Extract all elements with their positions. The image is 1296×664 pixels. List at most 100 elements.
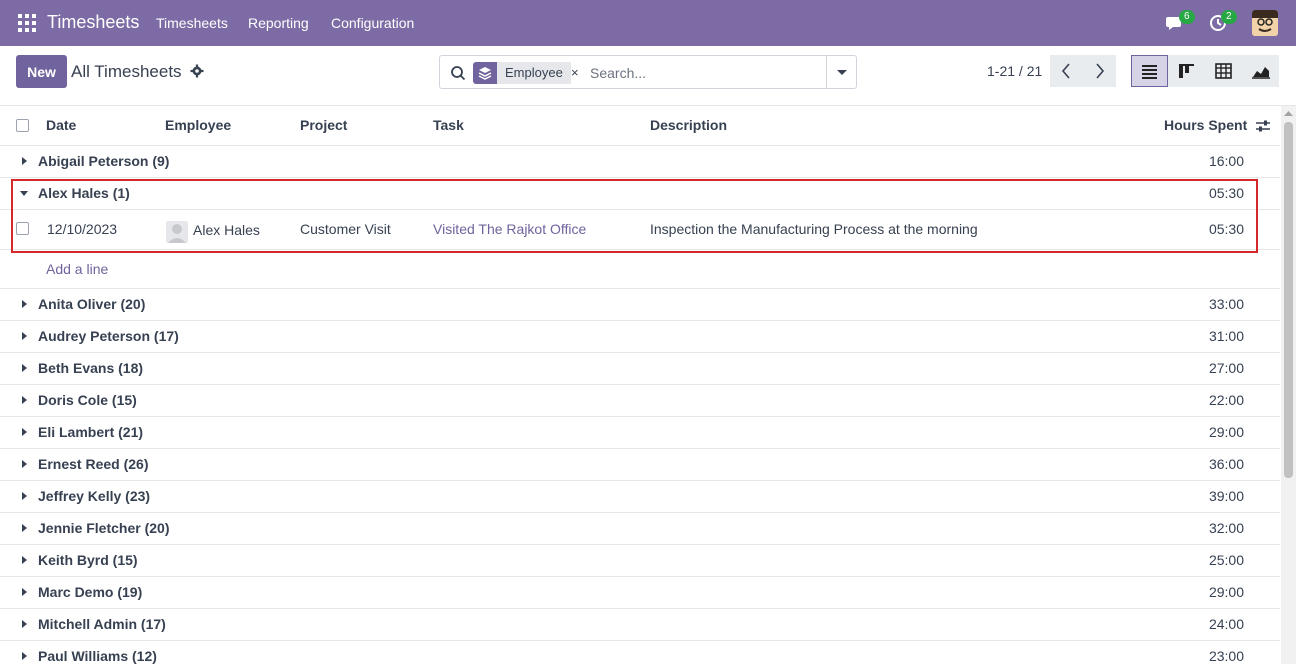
caret-right-icon: [22, 524, 27, 532]
group-hours: 23:00: [1208, 648, 1244, 664]
column-hours-spent[interactable]: Hours Spent: [1164, 117, 1247, 133]
caret-right-icon: [22, 652, 27, 660]
optional-columns-icon[interactable]: [1255, 118, 1271, 134]
group-row[interactable]: Anita Oliver (20) 33:00: [0, 289, 1280, 321]
facet-employee: Employee: [497, 62, 571, 84]
caret-down-icon: [837, 70, 847, 75]
caret-right-icon: [22, 300, 27, 308]
group-row[interactable]: Paul Williams (12) 23:00: [0, 641, 1280, 664]
vertical-scrollbar[interactable]: [1281, 106, 1296, 664]
chevron-left-icon: [1061, 63, 1070, 79]
group-hours: 05:30: [1208, 185, 1244, 201]
scroll-up-arrow-icon[interactable]: [1284, 110, 1293, 116]
cell-date[interactable]: 12/10/2023: [47, 221, 117, 237]
new-button[interactable]: New: [16, 55, 67, 88]
group-name: Doris Cole (15): [38, 392, 137, 408]
pager-next-button[interactable]: [1083, 55, 1116, 87]
graph-view-button[interactable]: [1242, 55, 1279, 87]
user-avatar[interactable]: [1252, 10, 1278, 36]
group-row[interactable]: Ernest Reed (26) 36:00: [0, 449, 1280, 481]
pager-value[interactable]: 1-21 / 21: [987, 63, 1042, 79]
menu-reporting[interactable]: Reporting: [248, 15, 309, 31]
scrollbar-thumb[interactable]: [1284, 122, 1293, 478]
group-name: Jennie Fletcher (20): [38, 520, 170, 536]
select-all-checkbox[interactable]: [16, 119, 29, 132]
group-row[interactable]: Beth Evans (18) 27:00: [0, 353, 1280, 385]
kanban-icon: [1179, 64, 1194, 78]
pivot-view-button[interactable]: [1205, 55, 1242, 87]
group-hours: 29:00: [1208, 584, 1244, 600]
pager-previous-button[interactable]: [1050, 55, 1083, 87]
group-name: Jeffrey Kelly (23): [38, 488, 151, 504]
column-employee[interactable]: Employee: [165, 117, 231, 133]
area-chart-icon: [1252, 67, 1270, 79]
messages-count-badge: 6: [1179, 10, 1195, 24]
group-hours: 31:00: [1208, 328, 1244, 344]
search-input[interactable]: [590, 60, 820, 86]
table-grid-icon: [1215, 63, 1232, 79]
column-project[interactable]: Project: [300, 117, 347, 133]
breadcrumb-title: All Timesheets: [71, 62, 182, 81]
group-row[interactable]: Alex Hales (1) 05:30: [0, 178, 1280, 210]
group-by-layers-icon: [473, 62, 497, 84]
list-icon: [1142, 65, 1157, 79]
column-description[interactable]: Description: [650, 117, 727, 133]
add-line-link[interactable]: Add a line: [46, 261, 108, 277]
row-checkbox[interactable]: [16, 222, 29, 235]
caret-right-icon: [22, 460, 27, 468]
group-hours: 33:00: [1208, 296, 1244, 312]
group-row[interactable]: Mitchell Admin (17) 24:00: [0, 609, 1280, 641]
group-hours: 39:00: [1208, 488, 1244, 504]
gear-icon[interactable]: [190, 64, 204, 78]
group-name: Keith Byrd (15): [38, 552, 138, 568]
cell-task-link[interactable]: Visited The Rajkot Office: [433, 221, 586, 237]
cell-employee[interactable]: Alex Hales: [193, 222, 260, 238]
group-hours: 16:00: [1208, 153, 1244, 169]
top-navbar: Timesheets Timesheets Reporting Configur…: [0, 0, 1296, 46]
group-name: Mitchell Admin (17): [38, 616, 166, 632]
add-line-row: [0, 250, 1280, 289]
cell-project[interactable]: Customer Visit: [300, 221, 391, 237]
caret-down-icon: [20, 191, 28, 196]
cell-description[interactable]: Inspection the Manufacturing Process at …: [650, 221, 978, 237]
menu-timesheets[interactable]: Timesheets: [156, 15, 228, 31]
caret-right-icon: [22, 428, 27, 436]
group-row[interactable]: Keith Byrd (15) 25:00: [0, 545, 1280, 577]
cell-hours[interactable]: 05:30: [1209, 221, 1244, 237]
caret-right-icon: [22, 364, 27, 372]
group-row[interactable]: Marc Demo (19) 29:00: [0, 577, 1280, 609]
caret-right-icon: [22, 396, 27, 404]
caret-right-icon: [22, 332, 27, 340]
group-row[interactable]: Abigail Peterson (9) 16:00: [0, 146, 1280, 178]
group-hours: 25:00: [1208, 552, 1244, 568]
table-row[interactable]: 12/10/2023 Alex Hales Customer Visit Vis…: [0, 210, 1280, 250]
search-options-toggle[interactable]: [826, 56, 856, 88]
caret-right-icon: [22, 157, 27, 165]
group-hours: 24:00: [1208, 616, 1244, 632]
apps-menu-icon[interactable]: [18, 14, 36, 32]
group-name: Eli Lambert (21): [38, 424, 144, 440]
group-name: Ernest Reed (26): [38, 456, 149, 472]
column-date[interactable]: Date: [46, 117, 76, 133]
menu-configuration[interactable]: Configuration: [331, 15, 414, 31]
group-row[interactable]: Jennie Fletcher (20) 32:00: [0, 513, 1280, 545]
group-name: Audrey Peterson (17): [38, 328, 179, 344]
search-bar: Employee ×: [439, 55, 857, 89]
employee-avatar: [166, 221, 188, 243]
caret-right-icon: [22, 556, 27, 564]
kanban-view-button[interactable]: [1168, 55, 1205, 87]
group-row[interactable]: Doris Cole (15) 22:00: [0, 385, 1280, 417]
group-name: Alex Hales (1): [38, 185, 130, 201]
caret-right-icon: [22, 492, 27, 500]
app-title[interactable]: Timesheets: [47, 12, 139, 33]
search-icon[interactable]: [450, 65, 466, 81]
activities-count-badge: 2: [1221, 10, 1237, 24]
list-view-button[interactable]: [1131, 55, 1168, 87]
table-header: Date Employee Project Task Description H…: [0, 106, 1280, 146]
group-row[interactable]: Jeffrey Kelly (23) 39:00: [0, 481, 1280, 513]
group-name: Anita Oliver (20): [38, 296, 146, 312]
column-task[interactable]: Task: [433, 117, 464, 133]
group-row[interactable]: Audrey Peterson (17) 31:00: [0, 321, 1280, 353]
facet-remove-icon[interactable]: ×: [571, 62, 579, 84]
group-row[interactable]: Eli Lambert (21) 29:00: [0, 417, 1280, 449]
